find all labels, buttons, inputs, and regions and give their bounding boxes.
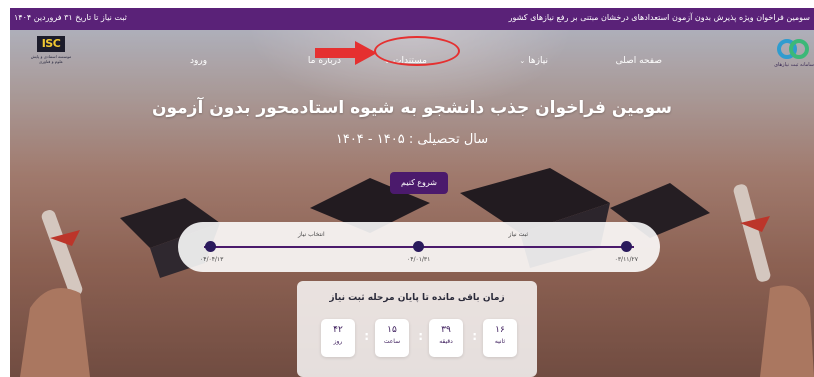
- site-logo[interactable]: سامانه ثبت نیازهای: [772, 38, 814, 72]
- timeline-dot: [205, 241, 216, 252]
- site-logo-caption: سامانه ثبت نیازهای: [774, 62, 814, 68]
- countdown-separator: :: [418, 329, 423, 343]
- timeline: ثبت نیاز انتخاب نیاز ۰۳/۱۱/۲۷ ۰۴/۰۱/۳۱ ۰…: [178, 222, 660, 272]
- countdown-separator: :: [472, 329, 477, 343]
- nav-login[interactable]: ورود: [190, 56, 207, 66]
- countdown-value: ۱۵: [387, 325, 397, 335]
- countdown-boxes: ۱۶ ثانیه : ۳۹ دقیقه : ۱۵ ساعت : ۴۲ روز: [317, 319, 517, 357]
- countdown-hours: ۱۵ ساعت: [375, 319, 409, 357]
- timeline-step-date: ۰۳/۱۱/۲۷: [614, 256, 638, 263]
- nav-needs-label: نیازها: [528, 56, 548, 66]
- start-button[interactable]: شروع کنیم: [390, 172, 448, 194]
- red-arrow-icon: [315, 41, 377, 65]
- nav-needs[interactable]: نیازها⌄: [519, 56, 548, 66]
- countdown-minutes: ۳۹ دقیقه: [429, 319, 463, 357]
- deadline-text: ثبت نیاز تا تاریخ ۳۱ فروردین ۱۴۰۴: [14, 13, 127, 22]
- countdown-value: ۱۶: [495, 325, 505, 335]
- page-frame: سومین فراخوان ویژه پذیرش بدون آزمون استع…: [10, 8, 814, 377]
- countdown-title: زمان باقی مانده تا پایان مرحله ثبت نیاز: [329, 293, 505, 303]
- chevron-down-icon: ⌄: [519, 57, 526, 65]
- countdown-unit: دقیقه: [439, 338, 453, 345]
- timeline-step-date: ۰۴/۰۴/۱۳: [200, 256, 224, 263]
- countdown-separator: :: [364, 329, 369, 343]
- timeline-step-label: ثبت نیاز: [508, 231, 529, 238]
- rings-logo-icon: [777, 39, 809, 59]
- timeline-dot: [621, 241, 632, 252]
- countdown-seconds: ۱۶ ثانیه: [483, 319, 517, 357]
- announcement-bar: سومین فراخوان ویژه پذیرش بدون آزمون استع…: [10, 8, 814, 30]
- countdown-days: ۴۲ روز: [321, 319, 355, 357]
- nav-home[interactable]: صفحه اصلی: [616, 56, 662, 66]
- highlight-ellipse: [374, 36, 460, 66]
- hero-title: سومین فراخوان جذب دانشجو به شیوه استادمح…: [151, 98, 672, 118]
- isc-logo-caption: موسسه استنادی و پایش علوم و فناوری: [30, 54, 72, 64]
- isc-logo[interactable]: ISC موسسه استنادی و پایش علوم و فناوری: [30, 36, 72, 76]
- timeline-step-label: انتخاب نیاز: [298, 231, 325, 238]
- timeline-dot: [413, 241, 424, 252]
- timeline-step-date: ۰۴/۰۱/۳۱: [407, 256, 431, 263]
- countdown-value: ۳۹: [441, 325, 451, 335]
- countdown-unit: روز: [333, 338, 343, 345]
- hero-subtitle: سال تحصیلی : ۱۴۰۵ - ۱۴۰۴: [335, 132, 489, 147]
- countdown-panel: زمان باقی مانده تا پایان مرحله ثبت نیاز …: [297, 281, 537, 377]
- countdown-unit: ثانیه: [494, 338, 506, 345]
- isc-logo-mark: ISC: [37, 36, 65, 52]
- countdown-value: ۴۲: [333, 325, 343, 335]
- countdown-unit: ساعت: [383, 338, 401, 345]
- announcement-text[interactable]: سومین فراخوان ویژه پذیرش بدون آزمون استع…: [509, 13, 810, 22]
